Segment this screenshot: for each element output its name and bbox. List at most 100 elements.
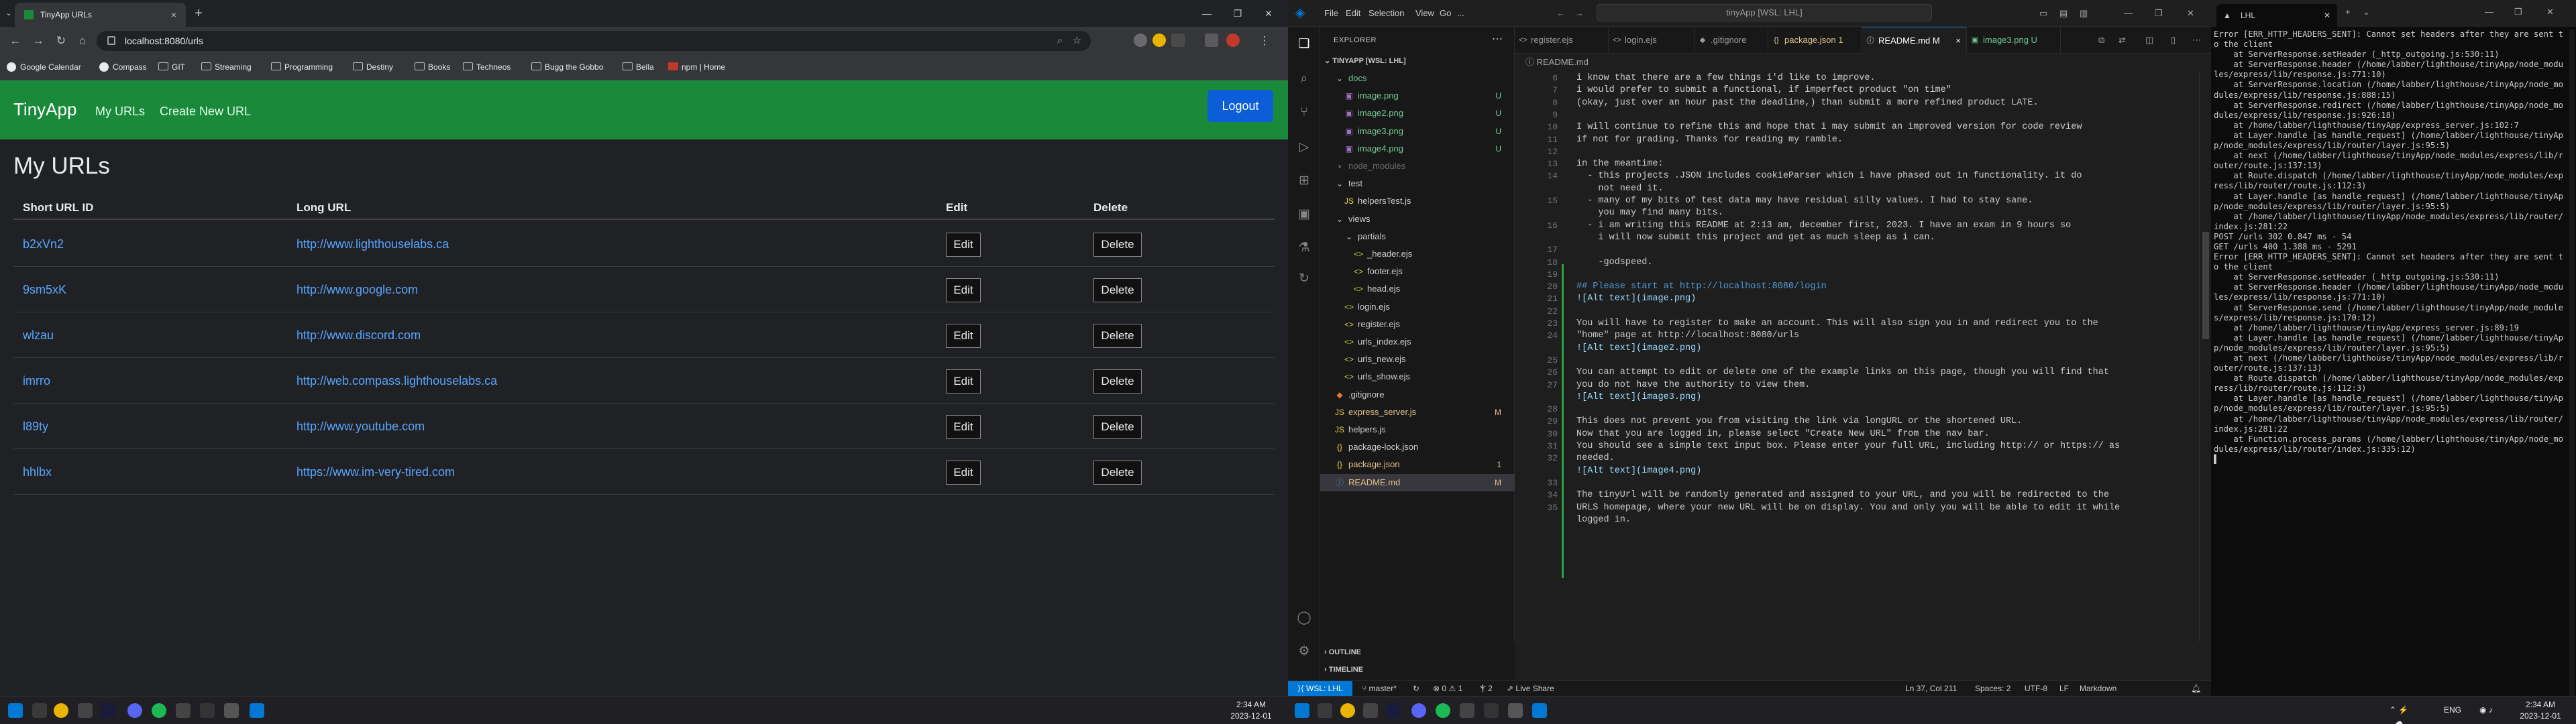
code-line[interactable]: (okay, just over an hour past the deadli… — [1576, 97, 2194, 109]
tree-file[interactable]: {} package-lock.json — [1320, 438, 1515, 456]
app-icon[interactable] — [1363, 703, 1378, 718]
language-mode[interactable]: Markdown — [2080, 681, 2116, 696]
accounts-icon[interactable]: ◯ — [1296, 610, 1312, 626]
editor-more-icon[interactable]: ⋯ — [2192, 35, 2201, 46]
git-branch[interactable]: ⑂ master* — [1362, 681, 1397, 696]
new-tab-icon[interactable]: + — [2345, 7, 2351, 17]
remote-explorer-icon[interactable]: ▣ — [1296, 206, 1312, 223]
delete-button[interactable]: Delete — [1093, 461, 1142, 485]
preview-icon[interactable]: ◫ — [2145, 35, 2153, 46]
problems-count[interactable]: ⊗ 0 ⚠ 1 — [1433, 681, 1462, 696]
tree-file[interactable]: <> login.ejs — [1320, 298, 1515, 316]
delete-button[interactable]: Delete — [1093, 233, 1142, 257]
code-line[interactable]: i would prefer to submit a functional, i… — [1576, 84, 2194, 97]
tree-file[interactable]: <> head.ejs — [1320, 280, 1515, 298]
tray-icons[interactable]: ⌃ ⚡ ☁ — [2385, 705, 2412, 724]
volume-network-icons[interactable]: ◉ ♪ — [2466, 705, 2506, 716]
home-icon[interactable]: ⌂ — [74, 32, 91, 50]
bookmark-item[interactable]: Bella — [623, 60, 654, 74]
vscode-icon[interactable] — [250, 703, 264, 718]
sidebar-toggle-icon[interactable]: ▥ — [2080, 8, 2088, 19]
bookmark-item[interactable]: Google Calendar — [7, 60, 81, 74]
side-panel-icon[interactable] — [1205, 34, 1218, 47]
code-line[interactable]: you may find many bits. — [1576, 207, 2194, 219]
menu-edit[interactable]: Edit — [1346, 8, 1360, 18]
extension-icon[interactable] — [1152, 34, 1166, 47]
command-center-search[interactable]: tinyApp [WSL: LHL] — [1597, 4, 1932, 21]
search-icon[interactable]: ⌕ — [1296, 71, 1312, 87]
notifications-bell-icon[interactable]: 🔔︎ — [2191, 681, 2201, 696]
editor-tab[interactable]: ⓘ README.md M × — [1862, 27, 1967, 54]
extensions-icon[interactable]: ⊞ — [1296, 173, 1312, 189]
code-line[interactable]: if not for grading. Thanks for reading m… — [1576, 134, 2194, 146]
editor-tab[interactable]: ▣ image3.png U — [1967, 27, 2061, 54]
code-line[interactable]: URLS homepage, where your new URL will b… — [1576, 502, 2194, 514]
short-url-link[interactable]: wlzau — [23, 328, 54, 343]
calculator-icon[interactable] — [1508, 703, 1523, 718]
nav-forward-icon[interactable]: → — [1575, 8, 1584, 18]
terminal-icon[interactable] — [200, 703, 215, 718]
menu-go[interactable]: Go — [1440, 8, 1451, 18]
code-line[interactable]: - this projects .JSON includes cookiePar… — [1576, 170, 2194, 182]
tree-file[interactable]: <> footer.ejs — [1320, 263, 1515, 280]
bookmark-item[interactable]: npm | Home — [668, 60, 725, 74]
file-explorer-icon[interactable] — [32, 703, 47, 718]
minimize-icon[interactable]: — — [2124, 8, 2133, 18]
chrome-icon[interactable] — [1340, 703, 1355, 718]
tree-folder[interactable]: ⌄ test — [1320, 175, 1515, 192]
bookmark-item[interactable]: Bugg the Gobbo — [531, 60, 603, 74]
tab-search-icon[interactable]: ⌄ — [3, 5, 15, 21]
code-editor[interactable]: 6 i know that there are a few things i'd … — [1515, 71, 2199, 642]
editor-tab[interactable]: ◆ .gitignore — [1695, 27, 1768, 54]
brand-logo[interactable]: TinyApp — [13, 99, 76, 120]
file-explorer-icon[interactable] — [1318, 703, 1332, 718]
profile-avatar[interactable] — [1226, 34, 1240, 47]
tree-file[interactable]: JS express_server.js M — [1320, 404, 1515, 421]
code-line[interactable]: ![Alt text](image4.png) — [1576, 465, 2194, 477]
bookmark-item[interactable]: Destiny — [353, 60, 393, 74]
code-line[interactable]: You will have to register to make an acc… — [1576, 318, 2194, 330]
explorer-more-icon[interactable]: ⋯ — [1492, 32, 1503, 46]
bookmark-item[interactable]: Programming — [271, 60, 333, 74]
discord-icon[interactable] — [1411, 703, 1426, 718]
menu-more[interactable]: ... — [1457, 8, 1464, 18]
windows-start-icon[interactable] — [8, 703, 23, 718]
chrome-icon[interactable] — [54, 703, 68, 718]
live-share-status[interactable]: ⇗ Live Share — [1507, 681, 1554, 696]
code-line[interactable]: ![Alt text](image3.png) — [1576, 391, 2194, 404]
delete-button[interactable]: Delete — [1093, 415, 1142, 439]
delete-button[interactable]: Delete — [1093, 324, 1142, 348]
long-url-link[interactable]: https://www.im-very-tired.com — [297, 465, 455, 479]
menu-selection[interactable]: Selection — [1368, 8, 1404, 18]
encoding[interactable]: UTF-8 — [2025, 681, 2047, 696]
sync-icon[interactable]: ↻ — [1413, 681, 1419, 696]
maximize-icon[interactable]: ❐ — [1222, 0, 1253, 27]
panel-toggle-icon[interactable]: ▤ — [2059, 8, 2068, 19]
code-line[interactable]: This does not prevent you from visiting … — [1576, 416, 2194, 428]
code-line[interactable]: "home" page at http://localhost:8080/url… — [1576, 330, 2194, 342]
tree-file[interactable]: JS helpers.js — [1320, 421, 1515, 438]
spotify-icon[interactable] — [1436, 703, 1450, 718]
live-share-icon[interactable]: ↻ — [1296, 271, 1312, 287]
layout-icon[interactable]: ▭ — [2039, 8, 2047, 19]
editor-scrollbar[interactable] — [2199, 71, 2211, 642]
code-line[interactable]: - many of my bits of test data may have … — [1576, 195, 2194, 207]
windows-start-icon[interactable] — [1295, 703, 1309, 718]
short-url-link[interactable]: 9sm5xK — [23, 283, 66, 297]
remote-indicator[interactable]: ⟩⟨ WSL: LHL — [1288, 681, 1352, 696]
new-tab-button[interactable]: + — [190, 5, 207, 23]
short-url-link[interactable]: l89ty — [23, 420, 48, 434]
code-line[interactable]: you do not have the authority to view th… — [1576, 379, 2194, 391]
edit-button[interactable]: Edit — [946, 278, 981, 302]
browser-tab[interactable]: TinyApp URLs × — [15, 3, 186, 27]
editor-tab[interactable]: <> register.ejs — [1515, 27, 1609, 54]
tree-file[interactable]: JS helpersTest.js — [1320, 192, 1515, 210]
tree-file[interactable]: ▣ image2.png U — [1320, 105, 1515, 122]
terminal-output[interactable]: Error [ERR_HTTP_HEADERS_SENT]: Cannot se… — [2214, 29, 2568, 696]
code-line[interactable]: i know that there are a few things i'd l… — [1576, 72, 2194, 84]
tree-file[interactable]: ⓘ README.md M — [1320, 473, 1515, 491]
terminal-tab[interactable]: ▲ LHL ✕ — [2216, 4, 2337, 27]
steam-icon[interactable] — [101, 703, 115, 718]
tree-folder[interactable]: ⌄ partials — [1320, 228, 1515, 245]
close-window-icon[interactable]: ✕ — [2546, 7, 2554, 17]
